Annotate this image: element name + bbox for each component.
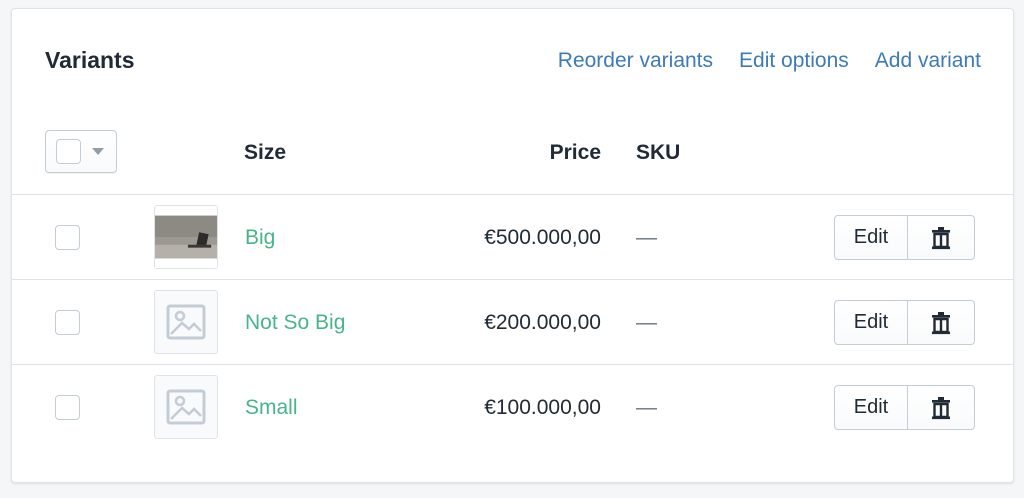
variants-card: Variants Reorder variants Edit options A… xyxy=(11,8,1014,483)
column-header-sku: SKU xyxy=(636,141,681,164)
card-title: Variants xyxy=(45,47,135,73)
variant-sku: — xyxy=(636,226,657,249)
variant-sku: — xyxy=(636,311,657,334)
reorder-variants-link[interactable]: Reorder variants xyxy=(558,49,713,73)
row-checkbox[interactable] xyxy=(55,395,80,420)
trash-icon xyxy=(932,396,950,419)
row-actions: Edit xyxy=(834,215,975,260)
header-actions: Reorder variants Edit options Add varian… xyxy=(558,49,981,73)
row-checkbox[interactable] xyxy=(55,225,80,250)
add-variant-link[interactable]: Add variant xyxy=(875,49,981,73)
select-all-checkbox[interactable] xyxy=(56,139,81,164)
variant-thumbnail[interactable] xyxy=(154,375,218,439)
variant-thumbnail[interactable] xyxy=(154,290,218,354)
edit-button[interactable]: Edit xyxy=(834,215,908,260)
table-header: Size Price SKU xyxy=(12,127,1013,193)
variant-price: €100.000,00 xyxy=(484,396,601,419)
variant-price: €500.000,00 xyxy=(484,226,601,249)
variant-name-link[interactable]: Big xyxy=(245,226,275,250)
variant-price: €200.000,00 xyxy=(484,311,601,334)
row-checkbox[interactable] xyxy=(55,310,80,335)
table-row: Not So Big €200.000,00 — Edit xyxy=(12,279,1013,364)
table-row: Big €500.000,00 — Edit xyxy=(12,194,1013,279)
variant-thumbnail[interactable] xyxy=(154,205,218,269)
delete-button[interactable] xyxy=(908,385,975,430)
row-actions: Edit xyxy=(834,385,975,430)
edit-options-link[interactable]: Edit options xyxy=(739,49,849,73)
column-header-size: Size xyxy=(244,141,287,164)
trash-icon xyxy=(932,311,950,334)
caret-down-icon xyxy=(92,148,104,155)
delete-button[interactable] xyxy=(908,300,975,345)
edit-button[interactable]: Edit xyxy=(834,300,908,345)
image-placeholder-icon xyxy=(166,389,206,425)
variant-photo-image xyxy=(155,206,217,268)
bulk-select-dropdown[interactable] xyxy=(45,130,117,173)
delete-button[interactable] xyxy=(908,215,975,260)
variant-name-link[interactable]: Not So Big xyxy=(245,311,345,335)
variant-sku: — xyxy=(636,396,657,419)
column-header-price: Price xyxy=(549,141,601,164)
card-header: Variants Reorder variants Edit options A… xyxy=(45,47,981,74)
row-actions: Edit xyxy=(834,300,975,345)
trash-icon xyxy=(932,226,950,249)
image-placeholder-icon xyxy=(166,304,206,340)
variant-name-link[interactable]: Small xyxy=(245,396,298,420)
edit-button[interactable]: Edit xyxy=(834,385,908,430)
table-row: Small €100.000,00 — Edit xyxy=(12,364,1013,449)
